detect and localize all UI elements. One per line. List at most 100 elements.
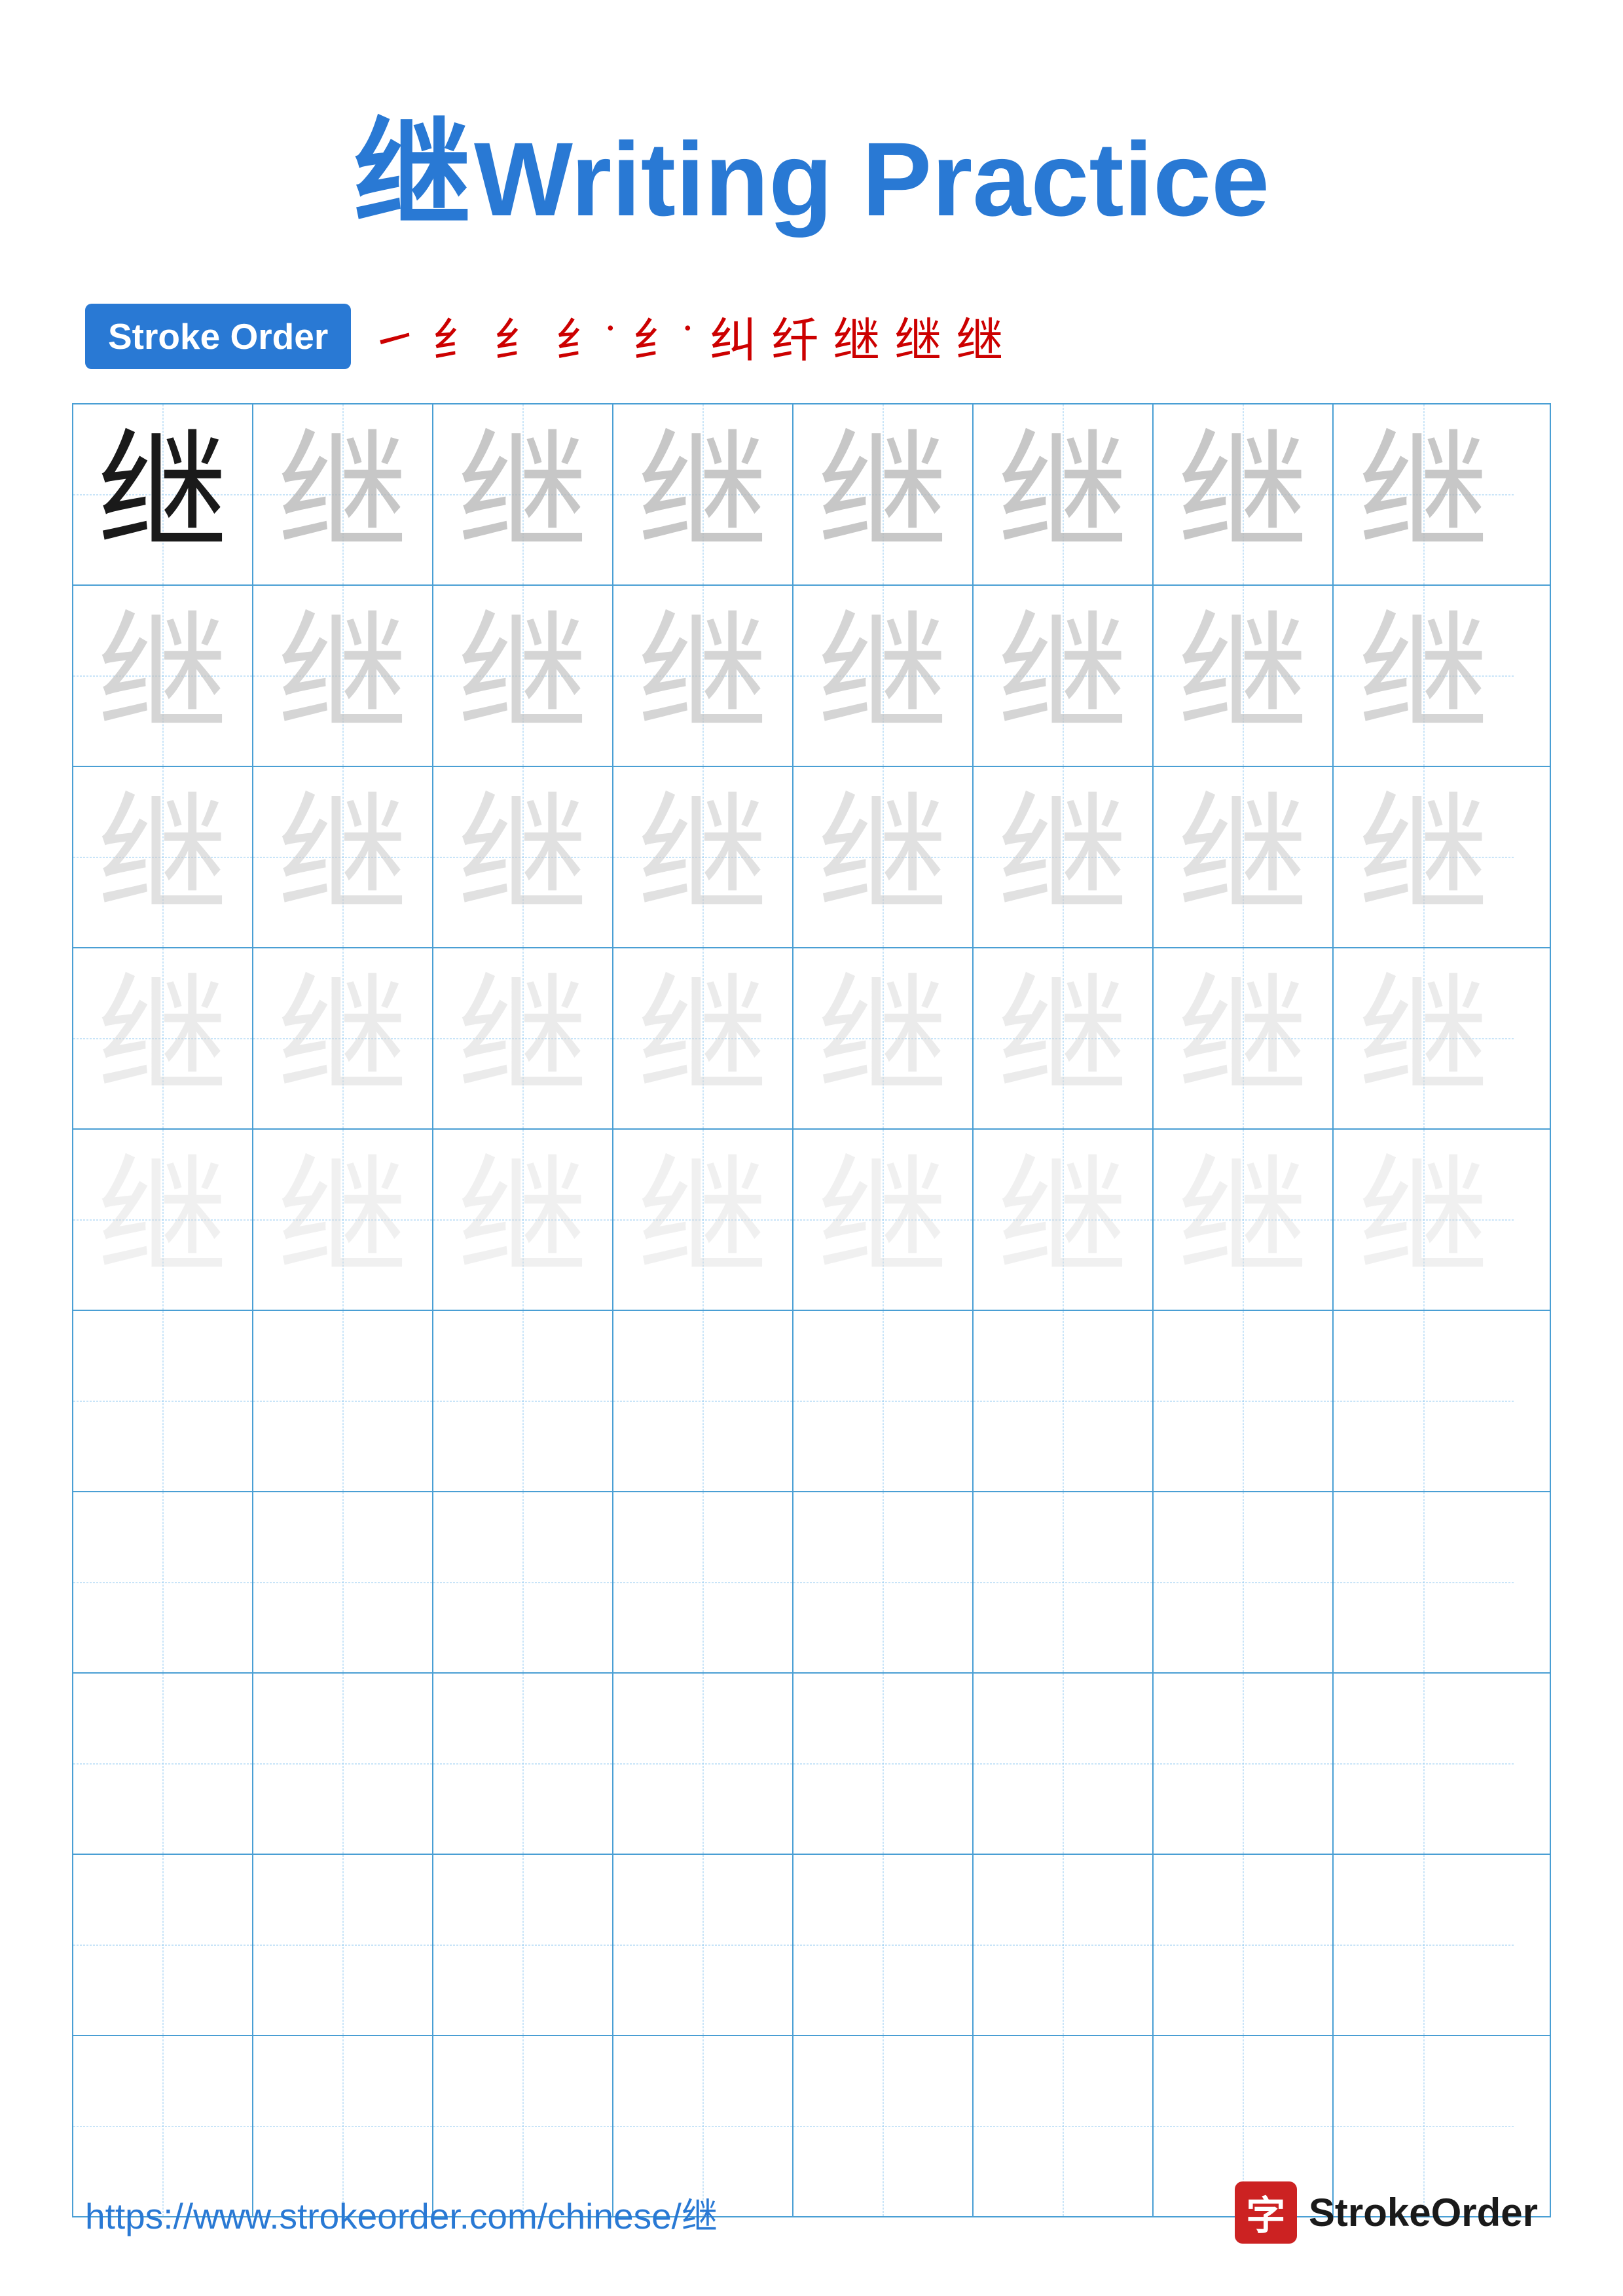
grid-cell-3-7: 继	[1154, 767, 1334, 947]
grid-cell-9-6[interactable]	[974, 1855, 1154, 2035]
practice-grid: 继 继 继 继 继 继 继 继 继 继 继 继 继 继 继 继 继 继 继 继 …	[72, 403, 1551, 2217]
grid-cell-9-7[interactable]	[1154, 1855, 1334, 2035]
grid-cell-7-1[interactable]	[73, 1492, 253, 1672]
stroke-step-2: 纟	[432, 302, 479, 370]
grid-cell-6-7[interactable]	[1154, 1311, 1334, 1491]
grid-cell-2-7: 继	[1154, 586, 1334, 766]
grid-cell-8-7[interactable]	[1154, 1674, 1334, 1854]
char-1-8: 继	[1358, 429, 1489, 560]
char-3-7: 继	[1177, 792, 1308, 923]
char-2-8: 继	[1358, 611, 1489, 742]
char-4-4: 继	[637, 973, 768, 1104]
grid-cell-2-2: 继	[253, 586, 433, 766]
grid-cell-4-7: 继	[1154, 948, 1334, 1128]
stroke-step-1: ㇀	[371, 302, 418, 370]
grid-cell-8-1[interactable]	[73, 1674, 253, 1854]
char-1-7: 继	[1177, 429, 1308, 560]
stroke-order-row: Stroke Order ㇀ 纟 纟 纟˙ 纟˙ 纠 纤 继 继 继	[0, 302, 1623, 370]
char-5-5: 继	[817, 1155, 948, 1285]
char-1-4: 继	[637, 429, 768, 560]
char-2-3: 继	[457, 611, 588, 742]
char-1-6: 继	[997, 429, 1128, 560]
grid-row-3: 继 继 继 继 继 继 继 继	[73, 767, 1550, 948]
char-3-4: 继	[637, 792, 768, 923]
grid-cell-8-4[interactable]	[613, 1674, 793, 1854]
char-5-2: 继	[277, 1155, 408, 1285]
logo-icon: 字	[1235, 2181, 1297, 2244]
grid-cell-3-5: 继	[793, 767, 974, 947]
grid-cell-6-2[interactable]	[253, 1311, 433, 1491]
char-4-5: 继	[817, 973, 948, 1104]
grid-cell-6-5[interactable]	[793, 1311, 974, 1491]
grid-cell-2-4: 继	[613, 586, 793, 766]
grid-cell-7-2[interactable]	[253, 1492, 433, 1672]
stroke-step-9: 继	[894, 302, 941, 370]
grid-cell-7-4[interactable]	[613, 1492, 793, 1672]
grid-cell-9-8[interactable]	[1334, 1855, 1514, 2035]
grid-cell-5-2: 继	[253, 1130, 433, 1310]
grid-cell-4-3: 继	[433, 948, 613, 1128]
grid-cell-8-5[interactable]	[793, 1674, 974, 1854]
grid-cell-5-1: 继	[73, 1130, 253, 1310]
stroke-step-8: 继	[833, 302, 880, 370]
char-5-1: 继	[97, 1155, 228, 1285]
char-5-7: 继	[1177, 1155, 1308, 1285]
char-5-3: 继	[457, 1155, 588, 1285]
char-1-2: 继	[277, 429, 408, 560]
stroke-step-5: 纟˙	[632, 302, 695, 370]
footer-url: https://www.strokeorder.com/chinese/继	[85, 2187, 718, 2239]
grid-cell-5-7: 继	[1154, 1130, 1334, 1310]
char-4-6: 继	[997, 973, 1128, 1104]
grid-cell-7-6[interactable]	[974, 1492, 1154, 1672]
char-4-8: 继	[1358, 973, 1489, 1104]
grid-cell-9-3[interactable]	[433, 1855, 613, 2035]
grid-cell-4-5: 继	[793, 948, 974, 1128]
footer-logo: 字 StrokeOrder	[1235, 2181, 1538, 2244]
grid-cell-3-8: 继	[1334, 767, 1514, 947]
grid-cell-2-1: 继	[73, 586, 253, 766]
grid-cell-8-8[interactable]	[1334, 1674, 1514, 1854]
grid-cell-8-6[interactable]	[974, 1674, 1154, 1854]
char-3-6: 继	[997, 792, 1128, 923]
char-2-5: 继	[817, 611, 948, 742]
grid-cell-9-4[interactable]	[613, 1855, 793, 2035]
grid-cell-8-3[interactable]	[433, 1674, 613, 1854]
grid-cell-7-7[interactable]	[1154, 1492, 1334, 1672]
grid-cell-9-1[interactable]	[73, 1855, 253, 2035]
grid-cell-4-1: 继	[73, 948, 253, 1128]
grid-cell-6-3[interactable]	[433, 1311, 613, 1491]
stroke-order-badge: Stroke Order	[85, 304, 351, 369]
grid-row-8	[73, 1674, 1550, 1855]
stroke-step-3: 纟	[494, 302, 541, 370]
grid-cell-2-6: 继	[974, 586, 1154, 766]
grid-cell-7-5[interactable]	[793, 1492, 974, 1672]
grid-cell-6-1[interactable]	[73, 1311, 253, 1491]
char-4-3: 继	[457, 973, 588, 1104]
title-area: 继 Writing Practice	[0, 0, 1623, 249]
grid-cell-4-2: 继	[253, 948, 433, 1128]
page: 继 Writing Practice Stroke Order ㇀ 纟 纟 纟˙…	[0, 0, 1623, 2296]
char-1-1: 继	[97, 429, 228, 560]
grid-row-6	[73, 1311, 1550, 1492]
grid-cell-7-8[interactable]	[1334, 1492, 1514, 1672]
char-3-2: 继	[277, 792, 408, 923]
grid-cell-4-8: 继	[1334, 948, 1514, 1128]
grid-cell-1-4: 继	[613, 404, 793, 584]
grid-cell-4-4: 继	[613, 948, 793, 1128]
title-chinese-char: 继	[354, 111, 471, 241]
char-2-1: 继	[97, 611, 228, 742]
grid-cell-6-6[interactable]	[974, 1311, 1154, 1491]
char-3-1: 继	[97, 792, 228, 923]
logo-text: StrokeOrder	[1309, 2190, 1538, 2235]
grid-cell-6-4[interactable]	[613, 1311, 793, 1491]
char-4-7: 继	[1177, 973, 1308, 1104]
grid-cell-6-8[interactable]	[1334, 1311, 1514, 1491]
grid-cell-7-3[interactable]	[433, 1492, 613, 1672]
logo-char: 字	[1246, 2184, 1285, 2241]
char-4-1: 继	[97, 973, 228, 1104]
grid-cell-3-3: 继	[433, 767, 613, 947]
grid-cell-8-2[interactable]	[253, 1674, 433, 1854]
grid-cell-9-5[interactable]	[793, 1855, 974, 2035]
grid-cell-9-2[interactable]	[253, 1855, 433, 2035]
grid-cell-5-5: 继	[793, 1130, 974, 1310]
